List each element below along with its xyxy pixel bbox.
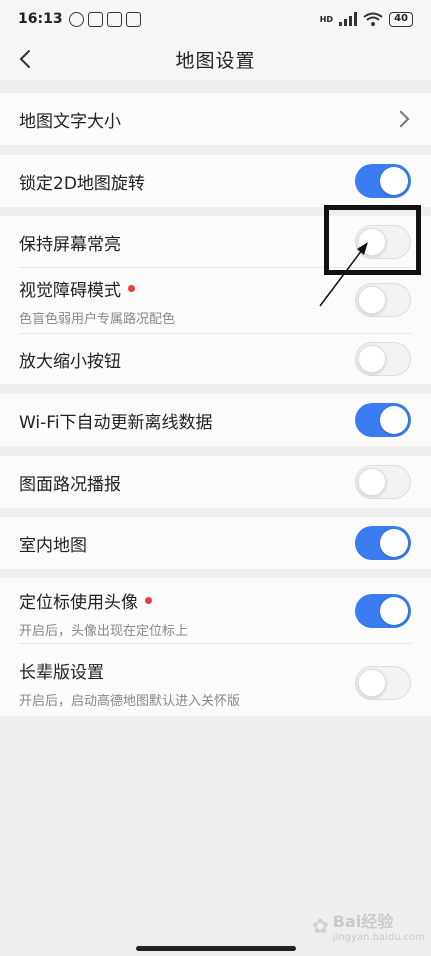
new-badge-dot bbox=[145, 597, 152, 604]
wifi-icon bbox=[363, 12, 383, 26]
setting-traffic-broadcast: 图面路况播报 bbox=[0, 456, 431, 508]
network-label: HD bbox=[319, 14, 334, 24]
annotation-highlight-box bbox=[324, 205, 421, 275]
notification-icon bbox=[106, 11, 122, 27]
setting-vision-impaired-mode: 视觉障碍模式 色盲色弱用户专属路况配色 bbox=[0, 268, 431, 334]
notification-icon bbox=[87, 11, 103, 27]
setting-map-text-size[interactable]: 地图文字大小 bbox=[0, 93, 431, 145]
chevron-left-icon bbox=[19, 50, 30, 68]
toggle-knob bbox=[358, 669, 386, 697]
new-badge-dot bbox=[128, 285, 135, 292]
elder-mode-toggle[interactable] bbox=[355, 666, 411, 700]
wifi-offline-update-toggle[interactable] bbox=[355, 403, 411, 437]
setting-description: 开启后，启动高德地图默认进入关怀版 bbox=[19, 694, 241, 709]
setting-label: Wi-Fi下自动更新离线数据 bbox=[19, 413, 213, 433]
setting-label: 锁定2D地图旋转 bbox=[19, 174, 145, 194]
setting-label: 视觉障碍模式 bbox=[19, 276, 135, 301]
traffic-broadcast-toggle[interactable] bbox=[355, 465, 411, 499]
setting-wifi-offline-update: Wi-Fi下自动更新离线数据 bbox=[0, 394, 431, 446]
setting-description: 色盲色弱用户专属路况配色 bbox=[19, 312, 176, 327]
status-time: 16:13 bbox=[18, 11, 63, 27]
setting-label: 定位标使用头像 bbox=[19, 588, 152, 613]
setting-label: 室内地图 bbox=[19, 536, 87, 556]
notification-icon bbox=[125, 11, 141, 27]
setting-label: 保持屏幕常亮 bbox=[19, 235, 121, 255]
setting-label-text: 定位标使用头像 bbox=[19, 593, 138, 613]
setting-lock-2d-rotation: 锁定2D地图旋转 bbox=[0, 155, 431, 207]
watermark: ✿ Bai经验 jingyan.baidu.com bbox=[312, 908, 425, 943]
setting-label: 长辈版设置 bbox=[19, 663, 104, 683]
toggle-knob bbox=[380, 406, 408, 434]
indoor-map-toggle[interactable] bbox=[355, 526, 411, 560]
page-title: 地图设置 bbox=[175, 49, 256, 72]
setting-elder-mode: 长辈版设置 开启后，启动高德地图默认进入关怀版 bbox=[0, 644, 431, 716]
toggle-knob bbox=[358, 345, 386, 373]
watermark-text-group: Bai经验 jingyan.baidu.com bbox=[333, 908, 425, 943]
watermark-text: Bai经验 bbox=[332, 912, 394, 931]
toggle-knob bbox=[380, 529, 408, 557]
watermark-subtext: jingyan.baidu.com bbox=[332, 932, 426, 943]
setting-label: 放大缩小按钮 bbox=[19, 352, 121, 372]
chevron-right-icon bbox=[392, 110, 410, 128]
toggle-knob bbox=[358, 286, 386, 314]
toggle-knob bbox=[380, 597, 408, 625]
status-right-group: HD 40 bbox=[319, 11, 413, 27]
setting-label: 图面路况播报 bbox=[19, 475, 121, 495]
alarm-icon bbox=[68, 11, 84, 27]
toggle-knob bbox=[358, 468, 386, 496]
setting-avatar-location-marker: 定位标使用头像 开启后，头像出现在定位标上 bbox=[0, 578, 431, 644]
paw-logo-icon: ✿ bbox=[312, 913, 329, 938]
vision-impaired-mode-toggle[interactable] bbox=[355, 283, 411, 317]
avatar-location-marker-toggle[interactable] bbox=[355, 594, 411, 628]
page-header: 地图设置 bbox=[0, 38, 431, 80]
setting-zoom-buttons: 放大缩小按钮 bbox=[0, 334, 431, 384]
setting-label: 地图文字大小 bbox=[19, 112, 121, 132]
lock-2d-rotation-toggle[interactable] bbox=[355, 164, 411, 198]
back-button[interactable] bbox=[12, 46, 38, 72]
home-indicator[interactable] bbox=[136, 946, 296, 951]
setting-indoor-map: 室内地图 bbox=[0, 517, 431, 569]
battery-icon: 40 bbox=[389, 11, 413, 27]
status-bar: 16:13 HD 40 bbox=[0, 0, 431, 38]
setting-label-text: 视觉障碍模式 bbox=[19, 281, 121, 301]
zoom-buttons-toggle[interactable] bbox=[355, 342, 411, 376]
signal-icon bbox=[339, 12, 358, 26]
setting-description: 开启后，头像出现在定位标上 bbox=[19, 624, 189, 639]
toggle-knob bbox=[380, 167, 408, 195]
